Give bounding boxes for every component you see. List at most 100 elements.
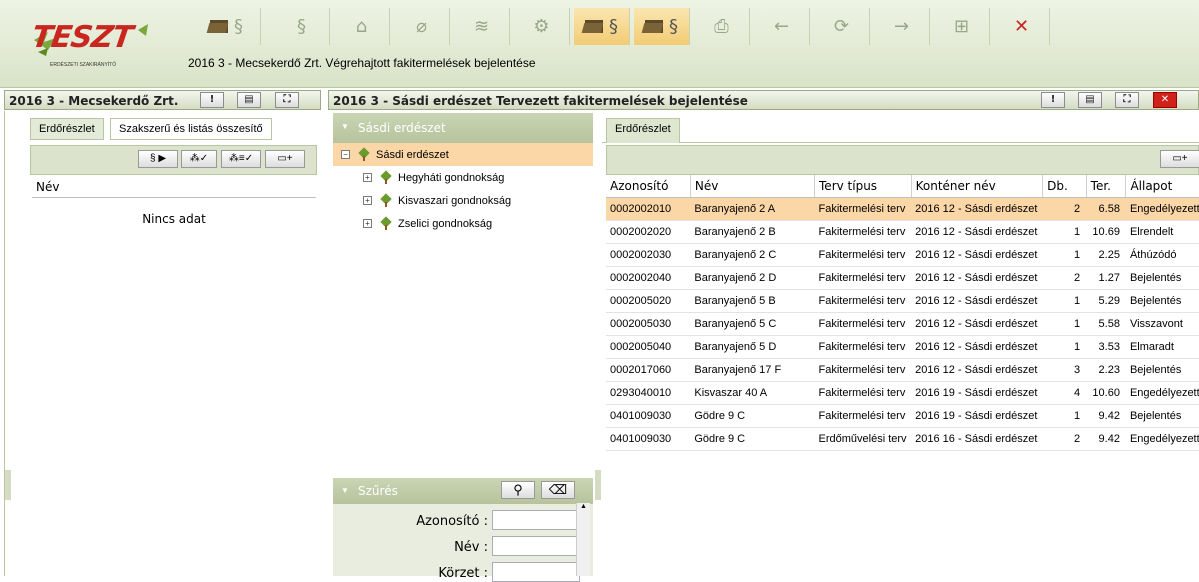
tree-node-label: Sásdi erdészet	[376, 148, 449, 161]
toolbar-button-7[interactable]: §	[634, 8, 690, 45]
table-cell: 10.60	[1086, 381, 1126, 405]
comment-add-button[interactable]: ▭+	[265, 150, 305, 168]
section-button[interactable]: § ▶	[138, 150, 178, 168]
column-header[interactable]: Név	[690, 175, 816, 198]
table-row[interactable]: 0002005040 Baranyajenő 5 D Fakitermelési t…	[606, 335, 1199, 359]
list-button[interactable]: ▤	[1078, 92, 1102, 108]
toolbar-button-11[interactable]: →	[874, 8, 930, 45]
table-cell: Engedélyezett	[1125, 427, 1199, 451]
maximize-button[interactable]: ⛶	[1115, 92, 1139, 108]
toolbar-glyph-icon: ⊞	[953, 16, 970, 37]
table-cell: Gödre 9 C	[690, 404, 815, 428]
expand-icon[interactable]: +	[363, 173, 372, 182]
search-button[interactable]: ⚲	[501, 481, 535, 499]
collapse-icon[interactable]: ▼	[341, 486, 349, 495]
toolbar-button-5[interactable]: ⚙	[514, 8, 570, 45]
toolbar-button-2[interactable]: ⌂	[334, 8, 390, 45]
column-header[interactable]: Azonosító	[606, 175, 691, 198]
expand-icon[interactable]: +	[363, 196, 372, 205]
table-cell: 2016 12 - Sásdi erdészet	[911, 220, 1043, 244]
toolbar-button-4[interactable]: ≋	[454, 8, 510, 45]
table-row[interactable]: 0002002040 Baranyajenő 2 D Fakitermelési t…	[606, 266, 1199, 290]
table-cell: 5.29	[1086, 289, 1126, 313]
toolbar-button-12[interactable]: ⊞	[934, 8, 990, 45]
column-header[interactable]: Db.	[1042, 175, 1087, 198]
expand-icon[interactable]: +	[363, 219, 372, 228]
tab-szakszeru[interactable]: Szakszerű és listás összesítő	[110, 118, 272, 140]
middle-splitter[interactable]	[595, 470, 601, 500]
table-cell: Baranyajenő 2 D	[690, 266, 815, 290]
table-cell: Baranyajenő 2 B	[690, 220, 815, 244]
table-cell: 2016 19 - Sásdi erdészet	[911, 381, 1043, 405]
table-cell: 1	[1042, 243, 1087, 267]
table-cell: Fakitermelési terv	[814, 289, 912, 313]
tree-header: ▼ Sásdi erdészet	[333, 113, 593, 143]
table-cell: 2	[1042, 427, 1087, 451]
toolbar-button-1[interactable]: §	[274, 8, 330, 45]
close-button[interactable]: ✕	[1153, 92, 1177, 108]
collapse-toggle-icon[interactable]: −	[341, 150, 350, 159]
table-cell: Elmaradt	[1125, 335, 1199, 359]
korzet-input[interactable]	[492, 562, 580, 582]
table-cell: Fakitermelési terv	[814, 312, 912, 336]
list-button[interactable]: ▤	[237, 92, 261, 108]
table-cell: 0401009030	[606, 404, 691, 428]
tree-check-button[interactable]: ⁂✓	[181, 150, 217, 168]
nev-input[interactable]	[492, 536, 580, 556]
azonosito-input[interactable]	[492, 510, 580, 530]
table-row[interactable]: 0002005030 Baranyajenő 5 C Fakitermelési t…	[606, 312, 1199, 336]
table-row[interactable]: 0002002020 Baranyajenő 2 B Fakitermelési t…	[606, 220, 1199, 244]
tab-erdoreszlet[interactable]: Erdőrészlet	[606, 118, 680, 143]
toolbar-button-10[interactable]: ⟳	[814, 8, 870, 45]
toolbar-button-3[interactable]: ⌀	[394, 8, 450, 45]
tab-erdoreszlet-left[interactable]: Erdőrészlet	[30, 118, 104, 140]
toolbar-button-9[interactable]: ←	[754, 8, 810, 45]
table-cell: 0293040010	[606, 381, 691, 405]
column-header-nev[interactable]: Név	[32, 176, 316, 198]
table-cell: 0002017060	[606, 358, 691, 382]
table-row[interactable]: 0002002030 Baranyajenő 2 C Fakitermelési t…	[606, 243, 1199, 267]
table-cell: 2016 12 - Sásdi erdészet	[911, 266, 1043, 290]
tree-node-zselici[interactable]: + Zselici gondnokság	[333, 212, 593, 235]
toolbar-button-13[interactable]: ✕	[994, 8, 1050, 45]
tree-node-label: Kisvaszari gondnokság	[398, 194, 512, 207]
alert-button[interactable]: !	[1041, 92, 1065, 108]
table-row[interactable]: 0002005020 Baranyajenő 5 B Fakitermelési t…	[606, 289, 1199, 313]
tab-label: Szakszerű és listás összesítő	[119, 123, 263, 135]
table-row[interactable]: 0293040010 Kisvaszar 40 A Fakitermelési te…	[606, 381, 1199, 405]
column-header[interactable]: Állapot	[1125, 175, 1199, 198]
tree-node-kisvaszari[interactable]: + Kisvaszari gondnokság	[333, 189, 593, 212]
filter-scrollbar[interactable]: ▲	[576, 503, 590, 576]
collapse-icon[interactable]: ▼	[341, 122, 349, 131]
scroll-up-icon[interactable]: ▲	[577, 503, 590, 510]
table-cell: 0002005030	[606, 312, 691, 336]
left-panel-header: 2016 3 - Mecsekerdő Zrt. ! ▤ ⛶	[4, 90, 321, 110]
toolbar-button-8[interactable]: ⎙	[694, 8, 750, 45]
tree-filter-button[interactable]: ⁂≡✓	[221, 150, 261, 168]
korzet-label: Körzet :	[438, 566, 488, 581]
comment-add-button[interactable]: ▭+	[1160, 150, 1199, 168]
maximize-button[interactable]: ⛶	[275, 92, 299, 108]
table-cell: 2016 12 - Sásdi erdészet	[911, 243, 1043, 267]
left-splitter[interactable]	[5, 470, 11, 500]
table-cell: Fakitermelési terv	[814, 381, 912, 405]
table-row[interactable]: 0002002010 Baranyajenő 2 A Fakitermelési t…	[606, 197, 1199, 221]
table-cell: Kisvaszar 40 A	[690, 381, 815, 405]
table-cell: Elrendelt	[1125, 220, 1199, 244]
table-cell: 2016 12 - Sásdi erdészet	[911, 335, 1043, 359]
table-row[interactable]: 0401009030 Gödre 9 C Erdőművelési terv 2016…	[606, 427, 1199, 451]
column-header[interactable]: Konténer név	[911, 175, 1044, 198]
table-row[interactable]: 0002017060 Baranyajenő 17 F Fakitermelési …	[606, 358, 1199, 382]
toolbar-button-6[interactable]: §	[574, 8, 630, 45]
table-cell: Fakitermelési terv	[814, 243, 912, 267]
column-header[interactable]: Terv típus	[814, 175, 912, 198]
alert-button[interactable]: !	[200, 92, 224, 108]
toolbar-button-0[interactable]: §	[193, 8, 261, 45]
column-header[interactable]: Ter.	[1086, 175, 1127, 198]
top-bar: TESZT ERDÉSZETI SZAKIRÁNYÍTÓ 2016 3 - Me…	[0, 0, 1199, 88]
table-row[interactable]: 0401009030 Gödre 9 C Fakitermelési terv 201…	[606, 404, 1199, 428]
tree-node-root[interactable]: − Sásdi erdészet	[333, 143, 593, 166]
table-cell: Gödre 9 C	[690, 427, 815, 451]
clear-filter-button[interactable]: ⌫	[541, 481, 575, 499]
tree-node-hegyhati[interactable]: + Hegyháti gondnokság	[333, 166, 593, 189]
